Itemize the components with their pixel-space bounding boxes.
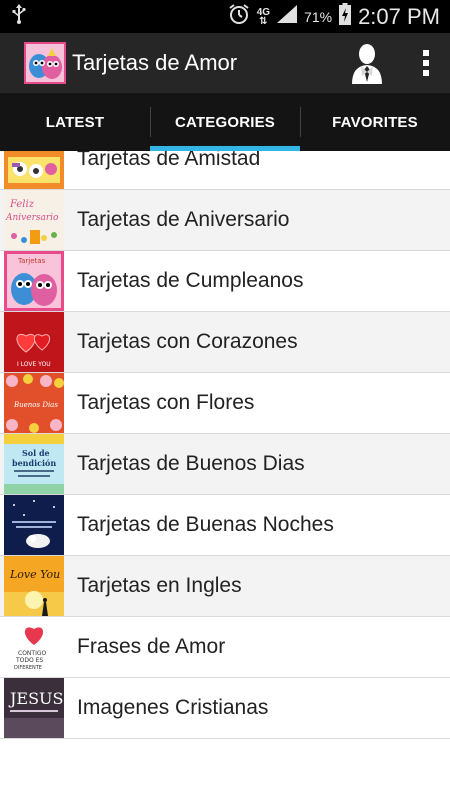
amistad-thumbnail	[4, 151, 64, 189]
svg-text:Tarjetas: Tarjetas	[17, 257, 46, 265]
svg-text:Feliz: Feliz	[9, 199, 35, 210]
cumpleanos-thumbnail: Tarjetas	[4, 251, 64, 311]
category-label: Frases de Amor	[77, 635, 226, 658]
aniversario-thumbnail: Feliz Aniversario	[4, 190, 64, 250]
data-arrows-icon: ⇅	[259, 15, 268, 27]
category-label: Imagenes Cristianas	[77, 696, 269, 719]
category-item-frases[interactable]: CONTIGO TODO ES DIFERENTE Frases de Amor	[0, 617, 450, 678]
category-label: Tarjetas de Buenas Noches	[77, 513, 334, 536]
buenos-dias-thumbnail: Sol de bendición	[4, 434, 64, 494]
svg-text:TODO ES: TODO ES	[15, 657, 43, 664]
clock: 2:07 PM	[358, 3, 440, 29]
tab-bar: LATEST CATEGORIES FAVORITES	[0, 93, 450, 151]
category-item-corazones[interactable]: I LOVE YOU Tarjetas con Corazones	[0, 312, 450, 373]
category-item-cristianas[interactable]: JESUS Imagenes Cristianas	[0, 678, 450, 739]
svg-text:JESUS: JESUS	[8, 689, 64, 708]
category-item-flores[interactable]: Buenos Dias Tarjetas con Flores	[0, 373, 450, 434]
ingles-thumbnail: Love You	[4, 556, 64, 616]
category-label: Tarjetas con Flores	[77, 391, 255, 414]
category-item-buenas-noches[interactable]: Tarjetas de Buenas Noches	[0, 495, 450, 556]
category-item-buenos-dias[interactable]: Sol de bendición Tarjetas de Buenos Dias	[0, 434, 450, 495]
svg-text:Aniversario: Aniversario	[5, 213, 59, 223]
category-list-content: Tarjetas de Amistad Feliz Aniversario Ta…	[0, 151, 450, 739]
svg-text:I LOVE YOU: I LOVE YOU	[17, 361, 51, 368]
category-label: Tarjetas con Corazones	[77, 330, 298, 353]
category-list[interactable]: Tarjetas de Amistad Feliz Aniversario Ta…	[0, 151, 450, 800]
category-label: Tarjetas de Buenos Dias	[77, 452, 305, 475]
battery-percent: 71%	[304, 8, 333, 25]
tab-favorites[interactable]: FAVORITES	[300, 93, 450, 151]
category-item-aniversario[interactable]: Feliz Aniversario Tarjetas de Aniversari…	[0, 190, 450, 251]
app-title: Tarjetas de Amor	[72, 50, 238, 75]
battery-charging-icon	[339, 3, 352, 30]
category-label: Tarjetas de Amistad	[77, 151, 261, 170]
overflow-menu-icon[interactable]	[412, 38, 440, 88]
svg-text:Sol de: Sol de	[22, 448, 50, 458]
signal-icon	[277, 5, 298, 28]
category-label: Tarjetas de Cumpleanos	[77, 269, 304, 292]
svg-text:bendición: bendición	[12, 458, 56, 468]
category-item-ingles[interactable]: Love You Tarjetas en Ingles	[0, 556, 450, 617]
svg-text:Love You: Love You	[9, 568, 60, 581]
flores-thumbnail: Buenos Dias	[4, 373, 64, 433]
status-bar: 4G ⇅ 71% 2:07 PM	[0, 0, 450, 33]
category-label: Tarjetas en Ingles	[77, 574, 242, 597]
category-label: Tarjetas de Aniversario	[77, 208, 290, 231]
svg-text:CONTIGO: CONTIGO	[18, 650, 46, 657]
frases-thumbnail: CONTIGO TODO ES DIFERENTE	[4, 617, 64, 677]
status-left	[12, 4, 26, 29]
status-right: 4G ⇅ 71% 2:07 PM	[228, 3, 440, 30]
cristianas-thumbnail: JESUS	[4, 678, 64, 738]
svg-text:DIFERENTE: DIFERENTE	[14, 665, 42, 671]
alarm-icon	[228, 3, 250, 30]
usb-icon	[12, 4, 26, 29]
tab-latest[interactable]: LATEST	[0, 93, 150, 151]
buenas-noches-thumbnail	[4, 495, 64, 555]
network-type-icon: 4G ⇅	[257, 7, 270, 27]
monsters-logo-icon[interactable]	[24, 42, 66, 84]
user-silhouette-icon[interactable]	[342, 38, 392, 88]
corazones-thumbnail: I LOVE YOU	[4, 312, 64, 372]
category-item-cumpleanos[interactable]: Tarjetas Tarjetas de Cumpleanos	[0, 251, 450, 312]
tab-categories[interactable]: CATEGORIES	[150, 93, 300, 151]
svg-text:Buenos Dias: Buenos Dias	[13, 401, 58, 409]
category-item-amistad[interactable]: Tarjetas de Amistad	[0, 151, 450, 190]
action-bar: Tarjetas de Amor	[0, 33, 450, 93]
